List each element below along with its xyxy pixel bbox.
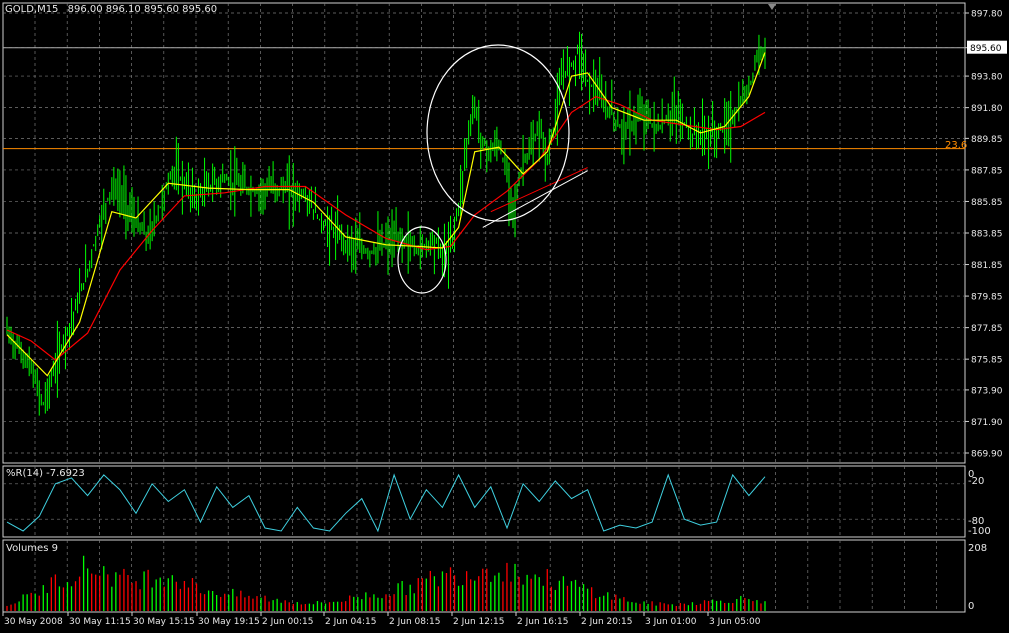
price-axis-label: 893.80 (971, 73, 1003, 83)
time-axis-label: 2 Jun 04:15 (325, 617, 376, 627)
price-axis-label: 873.90 (971, 386, 1003, 396)
time-axis-label: 2 Jun 12:15 (453, 617, 504, 627)
fib-level-label: 23.6 (945, 140, 968, 151)
wpr-scale-100: -100 (968, 526, 991, 537)
time-axis-label: 2 Jun 08:15 (389, 617, 440, 627)
price-axis-label: 891.80 (971, 104, 1003, 114)
price-axis-label: 883.85 (971, 230, 1003, 240)
time-axis-label: 3 Jun 05:00 (709, 617, 761, 627)
current-price-label: 895.60 (970, 44, 1002, 54)
wpr-panel-border (2, 465, 966, 538)
volume-panel-label: Volumes 9 (6, 543, 58, 554)
volume-scale-top: 208 (968, 543, 988, 554)
wpr-scale-top: -20 (968, 476, 985, 487)
volume-panel-border (2, 539, 966, 613)
time-axis-label: 2 Jun 00:15 (262, 617, 313, 627)
time-axis-label: 2 Jun 20:15 (581, 617, 632, 627)
price-axis-label: 889.85 (971, 135, 1003, 145)
price-axis-label: 879.85 (971, 293, 1003, 303)
price-axis-label: 871.90 (971, 418, 1003, 428)
time-axis-label: 30 May 15:15 (133, 617, 195, 627)
trading-chart-window[interactable]: 897.80 895.60 893.80 891.80 889.85 887.85 885.… (0, 0, 1009, 629)
price-axis-label: 869.90 (971, 450, 1003, 460)
annotation-ellipse-rally (426, 44, 570, 222)
price-axis-label: 875.85 (971, 356, 1003, 366)
time-axis-label: 30 May 11:15 (69, 617, 131, 627)
price-axis-label: 885.85 (971, 198, 1003, 208)
price-axis-label: 881.85 (971, 261, 1003, 271)
fast-moving-average-line (6, 52, 766, 377)
williams-r-line (6, 473, 766, 533)
time-axis-label: 2 Jun 16:15 (517, 617, 568, 627)
ohlc-readout: 896.00 896.10 895.60 895.60 (67, 4, 218, 15)
chart-header: GOLD,M15 896.00 896.10 895.60 895.60 (5, 4, 217, 15)
time-axis-label: 3 Jun 01:00 (645, 617, 697, 627)
chart-canvas[interactable]: 897.80 895.60 893.80 891.80 889.85 887.85 885.… (0, 0, 1009, 629)
price-axis-label: 877.85 (971, 324, 1003, 334)
price-axis-label: 887.85 (971, 166, 1003, 176)
volume-scale-bottom: 0 (968, 601, 975, 612)
shift-marker-icon (768, 4, 776, 10)
price-axis-label: 897.80 (971, 10, 1003, 20)
trend-line-annotation (482, 170, 588, 228)
time-axis-label: 30 May 2008 (4, 617, 63, 627)
symbol-label: GOLD,M15 (5, 4, 59, 15)
time-axis-label: 30 May 19:15 (198, 617, 260, 627)
wpr-panel-label: %R(14) -7.6923 (6, 468, 85, 479)
